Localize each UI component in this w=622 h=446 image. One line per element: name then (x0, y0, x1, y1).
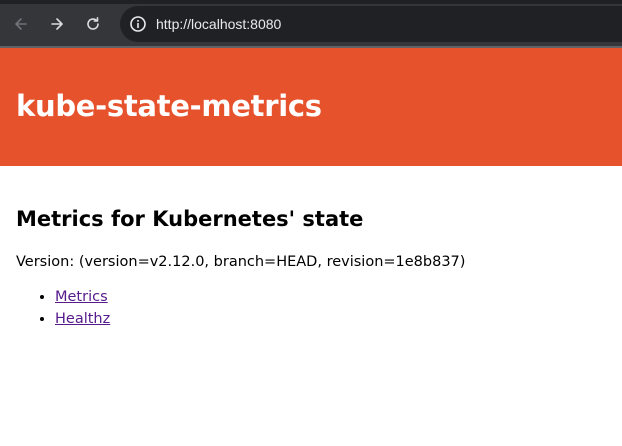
page-title: kube-state-metrics (16, 89, 322, 123)
section-heading: Metrics for Kubernetes' state (16, 207, 364, 231)
arrow-right-icon (51, 18, 63, 30)
back-button[interactable] (9, 12, 33, 36)
reload-button[interactable] (81, 12, 105, 36)
link-list: Metrics Healthz (16, 286, 606, 330)
page-content: Metrics for Kubernetes' state Version: (… (16, 166, 606, 330)
url-text[interactable]: http://localhost:8080 (156, 15, 281, 33)
list-item: Healthz (55, 308, 606, 330)
list-item: Metrics (55, 286, 606, 308)
reload-icon (87, 17, 99, 30)
browser-toolbar: http://localhost:8080 (0, 0, 622, 48)
version-info: Version: (version=v2.12.0, branch=HEAD, … (16, 254, 466, 270)
metrics-link[interactable]: Metrics (55, 289, 108, 305)
info-icon[interactable] (128, 14, 148, 34)
address-bar[interactable]: http://localhost:8080 (120, 6, 622, 42)
arrow-left-icon (15, 18, 27, 30)
page-header: kube-state-metrics (0, 48, 622, 166)
tab-strip (0, 0, 622, 4)
healthz-link[interactable]: Healthz (55, 311, 110, 327)
forward-button[interactable] (45, 12, 69, 36)
